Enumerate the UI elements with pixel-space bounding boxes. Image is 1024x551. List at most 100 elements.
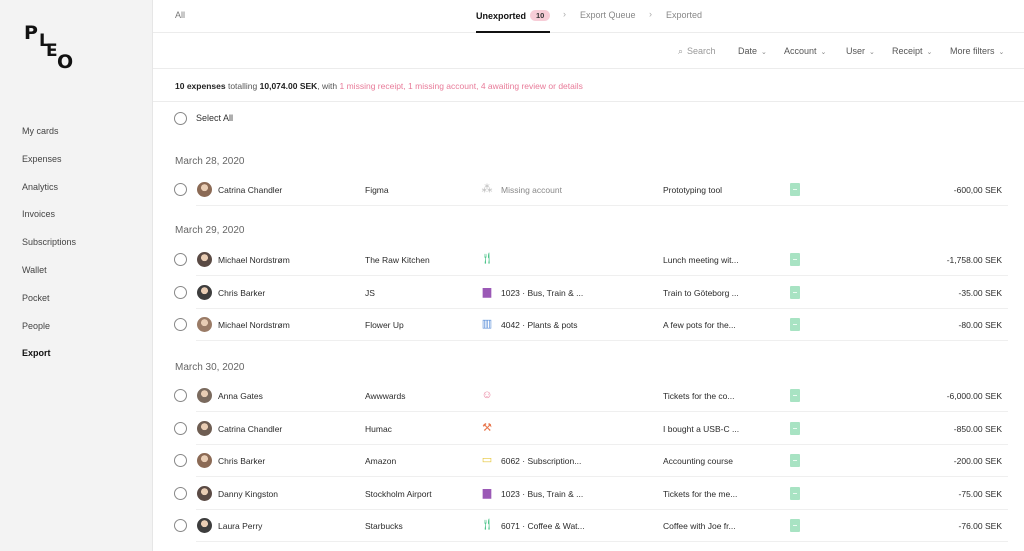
more-filters-button[interactable]: More filters ⌄ [950, 46, 1004, 56]
divider [153, 101, 1024, 102]
tab-export-queue[interactable]: Export Queue [580, 10, 636, 20]
summary-text: , with [317, 81, 338, 91]
sitemap-icon: ⁂ [481, 183, 493, 195]
expense-merchant: Starbucks [365, 521, 403, 531]
row-checkbox[interactable] [174, 454, 187, 467]
search-input[interactable]: ⌕ Search [678, 46, 716, 57]
sidebar-item-people[interactable]: People [22, 316, 76, 344]
awaiting-review-link[interactable]: 4 awaiting review or details [481, 81, 583, 91]
receipt-icon[interactable] [790, 253, 800, 266]
missing-account-link[interactable]: 1 missing account [408, 81, 476, 91]
expense-amount: -80.00 SEK [958, 320, 1002, 330]
expense-merchant: Flower Up [365, 320, 404, 330]
expense-total: 10,074.00 SEK [259, 81, 318, 91]
user-filter[interactable]: User ⌄ [846, 46, 875, 56]
filter-bar: ⌕ Search Date ⌄ Account ⌄ User ⌄ Receipt ⌄ Mo… [153, 33, 1024, 69]
sidebar-item-analytics[interactable]: Analytics [22, 177, 76, 205]
expense-account[interactable]: 6062 · Subscription... [501, 456, 581, 466]
row-checkbox[interactable] [174, 318, 187, 331]
select-all[interactable]: Select All [174, 112, 233, 125]
expense-merchant: Figma [365, 185, 389, 195]
row-checkbox[interactable] [174, 286, 187, 299]
sidebar-item-pocket[interactable]: Pocket [22, 288, 76, 316]
row-checkbox[interactable] [174, 422, 187, 435]
expense-account[interactable]: 6071 · Coffee & Wat... [501, 521, 585, 531]
expense-account[interactable]: 4042 · Plants & pots [501, 320, 578, 330]
chevron-down-icon: ⌄ [761, 49, 767, 56]
date-filter[interactable]: Date ⌄ [738, 46, 767, 56]
logo-letter: P [24, 22, 38, 44]
expense-account[interactable]: Missing account [501, 185, 562, 195]
expense-user: Michael Nordstrøm [218, 320, 290, 330]
summary-comma: , [403, 81, 406, 91]
expense-user: Catrina Chandler [218, 424, 283, 434]
pleo-logo[interactable]: P L E O [22, 24, 78, 74]
expense-row[interactable]: Michael Nordstrøm Flower Up ▥ 4042 · Plants… [174, 309, 1008, 341]
expense-row[interactable]: Laura Perry Starbucks 🍴︎ 6071 · Coffee & Wa… [174, 510, 1008, 542]
expense-row[interactable]: Chris Barker Amazon ▭ 6062 · Subscription..… [174, 445, 1008, 477]
sidebar-item-wallet[interactable]: Wallet [22, 260, 76, 288]
row-divider [196, 476, 1008, 477]
expense-row[interactable]: Catrina Chandler Humac ⚒ I bought a USB-C .… [174, 413, 1008, 445]
expense-merchant: JS [365, 288, 375, 298]
receipt-icon[interactable] [790, 183, 800, 196]
account-filter[interactable]: Account ⌄ [784, 46, 826, 56]
sidebar-item-export[interactable]: Export [22, 343, 76, 371]
expense-merchant: Amazon [365, 456, 397, 466]
sidebar-item-expenses[interactable]: Expenses [22, 149, 76, 177]
row-checkbox[interactable] [174, 183, 187, 196]
expense-note: A few pots for the... [663, 320, 736, 330]
expense-note: Tickets for the co... [663, 391, 735, 401]
expense-count: 10 expenses [175, 81, 226, 91]
account-filter-label: Account [784, 46, 817, 56]
expense-note: Coffee with Joe fr... [663, 521, 736, 531]
missing-receipt-link[interactable]: 1 missing receipt [340, 81, 404, 91]
receipt-icon[interactable] [790, 286, 800, 299]
row-checkbox[interactable] [174, 389, 187, 402]
fork-knife-icon: 🍴︎ [480, 253, 494, 265]
chevron-down-icon: ⌄ [998, 49, 1005, 56]
receipt-icon[interactable] [790, 487, 800, 500]
avatar [197, 421, 212, 436]
tab-unexported[interactable]: Unexported 10 [476, 10, 551, 21]
expense-row[interactable]: Chris Barker JS ▆ 1023 · Bus, Train & ... Tr… [174, 277, 1008, 309]
sidebar-item-invoices[interactable]: Invoices [22, 204, 76, 232]
expense-row[interactable]: Danny Kingston Stockholm Airport ▆ 1023 · B… [174, 478, 1008, 510]
expense-amount: -35.00 SEK [958, 288, 1002, 298]
sidebar-item-my-cards[interactable]: My cards [22, 121, 76, 149]
receipt-filter[interactable]: Receipt ⌄ [892, 46, 932, 56]
receipt-icon[interactable] [790, 454, 800, 467]
tab-exported[interactable]: Exported [666, 10, 702, 20]
select-all-checkbox[interactable] [174, 112, 187, 125]
expense-row[interactable]: Catrina Chandler Figma ⁂ Missing account Pro… [174, 174, 1008, 206]
chevron-down-icon: ⌄ [926, 49, 933, 56]
wrench-icon: ⚒ [482, 422, 492, 434]
receipt-icon[interactable] [790, 422, 800, 435]
search-placeholder: Search [687, 46, 716, 56]
receipt-icon[interactable] [790, 318, 800, 331]
chevron-right-icon: › [563, 9, 566, 19]
receipt-icon[interactable] [790, 519, 800, 532]
row-checkbox[interactable] [174, 253, 187, 266]
expense-merchant: The Raw Kitchen [365, 255, 430, 265]
logo-letter: E [46, 41, 58, 61]
more-filters-label: More filters [950, 46, 995, 56]
expense-merchant: Awwwards [365, 391, 406, 401]
expense-row[interactable]: Anna Gates Awwwards ☺ Tickets for the co...… [174, 380, 1008, 412]
receipt-icon[interactable] [790, 389, 800, 402]
summary-comma: , [476, 81, 479, 91]
expense-account[interactable]: 1023 · Bus, Train & ... [501, 489, 583, 499]
chevron-down-icon: ⌄ [869, 49, 875, 56]
tab-unexported-label: Unexported [476, 11, 527, 21]
date-group-header: March 28, 2020 [175, 156, 245, 167]
expense-amount: -600,00 SEK [953, 185, 1002, 195]
row-checkbox[interactable] [174, 487, 187, 500]
row-checkbox[interactable] [174, 519, 187, 532]
expense-row[interactable]: Michael Nordstrøm The Raw Kitchen 🍴︎ Lunch … [174, 244, 1008, 276]
tab-all[interactable]: All [175, 10, 185, 20]
expense-user: Danny Kingston [218, 489, 279, 499]
expense-account[interactable]: 1023 · Bus, Train & ... [501, 288, 583, 298]
expense-user: Anna Gates [218, 391, 263, 401]
sidebar-item-subscriptions[interactable]: Subscriptions [22, 232, 76, 260]
search-icon: ⌕ [678, 46, 684, 56]
